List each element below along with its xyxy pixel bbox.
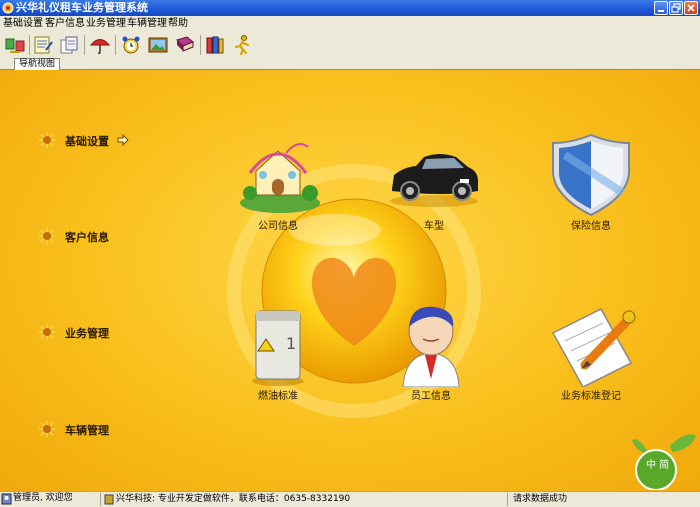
toolbar-separator bbox=[115, 35, 116, 55]
umbrella-icon[interactable] bbox=[89, 34, 111, 56]
feature-label: 业务标准登记 bbox=[561, 391, 621, 402]
house-icon bbox=[240, 143, 320, 213]
leaf-badge-icon[interactable]: 中 简 bbox=[630, 432, 698, 490]
tab-navigation-view[interactable]: 导航视图 bbox=[14, 58, 60, 70]
sun-icon bbox=[39, 324, 55, 340]
minimize-button[interactable] bbox=[654, 1, 668, 15]
menu-bar: 基础设置 客户信息 业务管理 车辆管理 帮助 bbox=[0, 16, 700, 31]
feature-business-standard-registration[interactable]: 业务标准登记 bbox=[541, 303, 641, 403]
menu-vehicle-management[interactable]: 车辆管理 bbox=[127, 17, 167, 30]
user-icon bbox=[1, 493, 12, 505]
feature-company-info[interactable]: 公司信息 bbox=[228, 133, 328, 233]
shield-icon bbox=[552, 133, 630, 217]
menu-help[interactable]: 帮助 bbox=[168, 17, 188, 30]
company-icon bbox=[104, 494, 114, 505]
sun-icon bbox=[39, 132, 55, 148]
menu-customer-info[interactable]: 客户信息 bbox=[45, 17, 85, 30]
sun-icon bbox=[39, 228, 55, 244]
view-tab-bar: 导航视图 bbox=[0, 58, 700, 70]
nav-label: 基础设置 bbox=[65, 135, 109, 148]
employee-icon bbox=[402, 306, 460, 387]
menu-basic-settings[interactable]: 基础设置 bbox=[3, 17, 43, 30]
status-pane-company: 兴华科技: 专业开发定做软件，联系电话：0635-8332190 bbox=[100, 493, 507, 506]
feature-fuel-standard[interactable]: 1 燃油标准 bbox=[228, 303, 328, 403]
picture-icon[interactable] bbox=[147, 34, 169, 56]
feature-car-model[interactable]: 车型 bbox=[384, 133, 484, 233]
feature-insurance-info[interactable]: 保险信息 bbox=[541, 133, 641, 233]
status-company: 兴华科技: 专业开发定做软件，联系电话：0635-8332190 bbox=[116, 494, 351, 504]
feature-label: 燃油标准 bbox=[258, 391, 298, 402]
transfer-icon[interactable] bbox=[4, 34, 26, 56]
car-icon bbox=[390, 154, 478, 207]
status-pane-message: 请求数据成功 bbox=[507, 493, 700, 506]
arrow-right-icon bbox=[117, 134, 129, 146]
files-icon[interactable] bbox=[204, 34, 226, 56]
document-pen-icon bbox=[551, 308, 636, 387]
nav-label: 车辆管理 bbox=[65, 424, 109, 437]
nav-label: 客户信息 bbox=[65, 231, 109, 244]
app-icon bbox=[2, 2, 14, 14]
minimize-icon bbox=[658, 10, 664, 12]
toolbar-separator bbox=[84, 35, 85, 55]
alarm-clock-icon[interactable] bbox=[120, 34, 142, 56]
feature-label: 保险信息 bbox=[571, 221, 611, 232]
title-bar: 兴华礼仪租车业务管理系统 bbox=[0, 0, 700, 16]
nav-label: 业务管理 bbox=[65, 327, 109, 340]
feature-employee-info[interactable]: 员工信息 bbox=[381, 303, 481, 403]
sun-icon bbox=[39, 421, 55, 437]
maximize-button[interactable] bbox=[669, 1, 683, 15]
restore-icon bbox=[671, 3, 681, 13]
badge-text: 中 简 bbox=[646, 458, 669, 471]
feature-label: 员工信息 bbox=[411, 391, 451, 402]
menu-business-management[interactable]: 业务管理 bbox=[86, 17, 126, 30]
documents-icon[interactable] bbox=[58, 34, 80, 56]
book-icon[interactable] bbox=[174, 34, 196, 56]
feature-label: 车型 bbox=[424, 221, 444, 232]
toolbar-separator bbox=[200, 35, 201, 55]
running-man-icon[interactable] bbox=[231, 34, 253, 56]
toolbar-separator bbox=[29, 35, 30, 55]
feature-label: 公司信息 bbox=[258, 221, 298, 232]
status-bar: 管理员, 欢迎您 兴华科技: 专业开发定做软件，联系电话：0635-833219… bbox=[0, 491, 700, 507]
close-button[interactable] bbox=[684, 1, 698, 15]
notes-icon[interactable] bbox=[32, 34, 54, 56]
toolbar bbox=[0, 31, 700, 59]
navigation-view: 基础设置 客户信息 业务管理 车辆管理 公司信息 车型 保险信息 1 燃油标准 … bbox=[0, 70, 700, 491]
status-message: 请求数据成功 bbox=[513, 494, 568, 504]
status-user: 管理员, 欢迎您 bbox=[13, 493, 73, 503]
svg-text:1: 1 bbox=[286, 334, 296, 353]
window-title: 兴华礼仪租车业务管理系统 bbox=[16, 1, 148, 14]
close-icon bbox=[687, 4, 695, 12]
fuel-cabinet-icon: 1 bbox=[252, 310, 304, 386]
